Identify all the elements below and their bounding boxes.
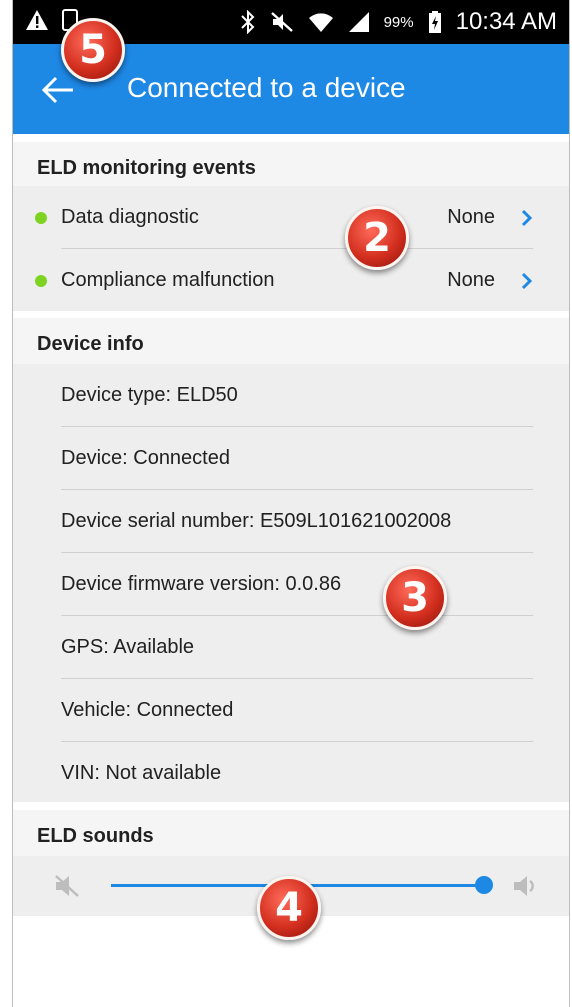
app-frame: 99% 10:34 AM Connected to a device ELD m… bbox=[12, 0, 570, 1007]
chevron-right-icon bbox=[521, 272, 533, 290]
callout-badge-2: 2 bbox=[345, 206, 409, 270]
status-dot-icon bbox=[35, 275, 47, 287]
info-row-vehicle: Vehicle: Connected bbox=[13, 679, 569, 742]
eld-event-data-diagnostic[interactable]: Data diagnostic None bbox=[13, 186, 569, 249]
signal-icon bbox=[348, 12, 369, 32]
mute-icon bbox=[270, 12, 293, 32]
info-row-gps: GPS: Available bbox=[13, 616, 569, 679]
page-title: Connected to a device bbox=[127, 72, 406, 103]
volume-mute-icon[interactable] bbox=[53, 872, 83, 900]
battery-charging-icon bbox=[428, 11, 441, 33]
info-label: Device: Connected bbox=[61, 447, 230, 469]
info-label: Device serial number: E509L101621002008 bbox=[61, 510, 452, 532]
info-row-serial-number: Device serial number: E509L101621002008 bbox=[13, 490, 569, 553]
section-header-device-info: Device info bbox=[13, 318, 569, 370]
info-row-vin: VIN: Not available bbox=[13, 742, 569, 805]
info-label: Device firmware version: 0.0.86 bbox=[61, 573, 342, 595]
info-row-firmware-version: Device firmware version: 0.0.86 bbox=[13, 553, 569, 616]
info-row-device-status: Device: Connected bbox=[13, 427, 569, 490]
event-label: Data diagnostic bbox=[61, 206, 199, 228]
info-row-device-type: Device type: ELD50 bbox=[13, 364, 569, 427]
eld-events-list: Data diagnostic None Compliance malfunct… bbox=[13, 186, 569, 311]
device-info-list: Device type: ELD50 Device: Connected Dev… bbox=[13, 364, 569, 802]
info-label: Vehicle: Connected bbox=[61, 699, 234, 721]
volume-up-icon[interactable] bbox=[511, 872, 541, 900]
info-label: GPS: Available bbox=[61, 636, 195, 658]
event-value: None bbox=[447, 269, 495, 291]
status-dot-icon bbox=[35, 212, 47, 224]
event-value: None bbox=[447, 206, 495, 228]
volume-slider-thumb[interactable] bbox=[475, 876, 493, 894]
status-time: 10:34 AM bbox=[455, 8, 557, 35]
wifi-icon bbox=[308, 13, 333, 32]
battery-percent: 99% bbox=[383, 13, 414, 31]
section-header-eld-sounds: ELD sounds bbox=[13, 810, 569, 862]
callout-badge-3: 3 bbox=[383, 566, 447, 630]
callout-badge-4: 4 bbox=[257, 876, 321, 940]
info-label: Device type: ELD50 bbox=[61, 384, 238, 406]
warning-icon bbox=[26, 10, 48, 30]
chevron-right-icon bbox=[521, 209, 533, 227]
eld-event-compliance-malfunction[interactable]: Compliance malfunction None bbox=[13, 249, 569, 312]
info-label: VIN: Not available bbox=[61, 762, 222, 784]
event-label: Compliance malfunction bbox=[61, 269, 275, 291]
arrow-left-icon[interactable] bbox=[39, 70, 79, 110]
bluetooth-icon bbox=[240, 10, 254, 34]
callout-badge-5: 5 bbox=[61, 18, 125, 82]
